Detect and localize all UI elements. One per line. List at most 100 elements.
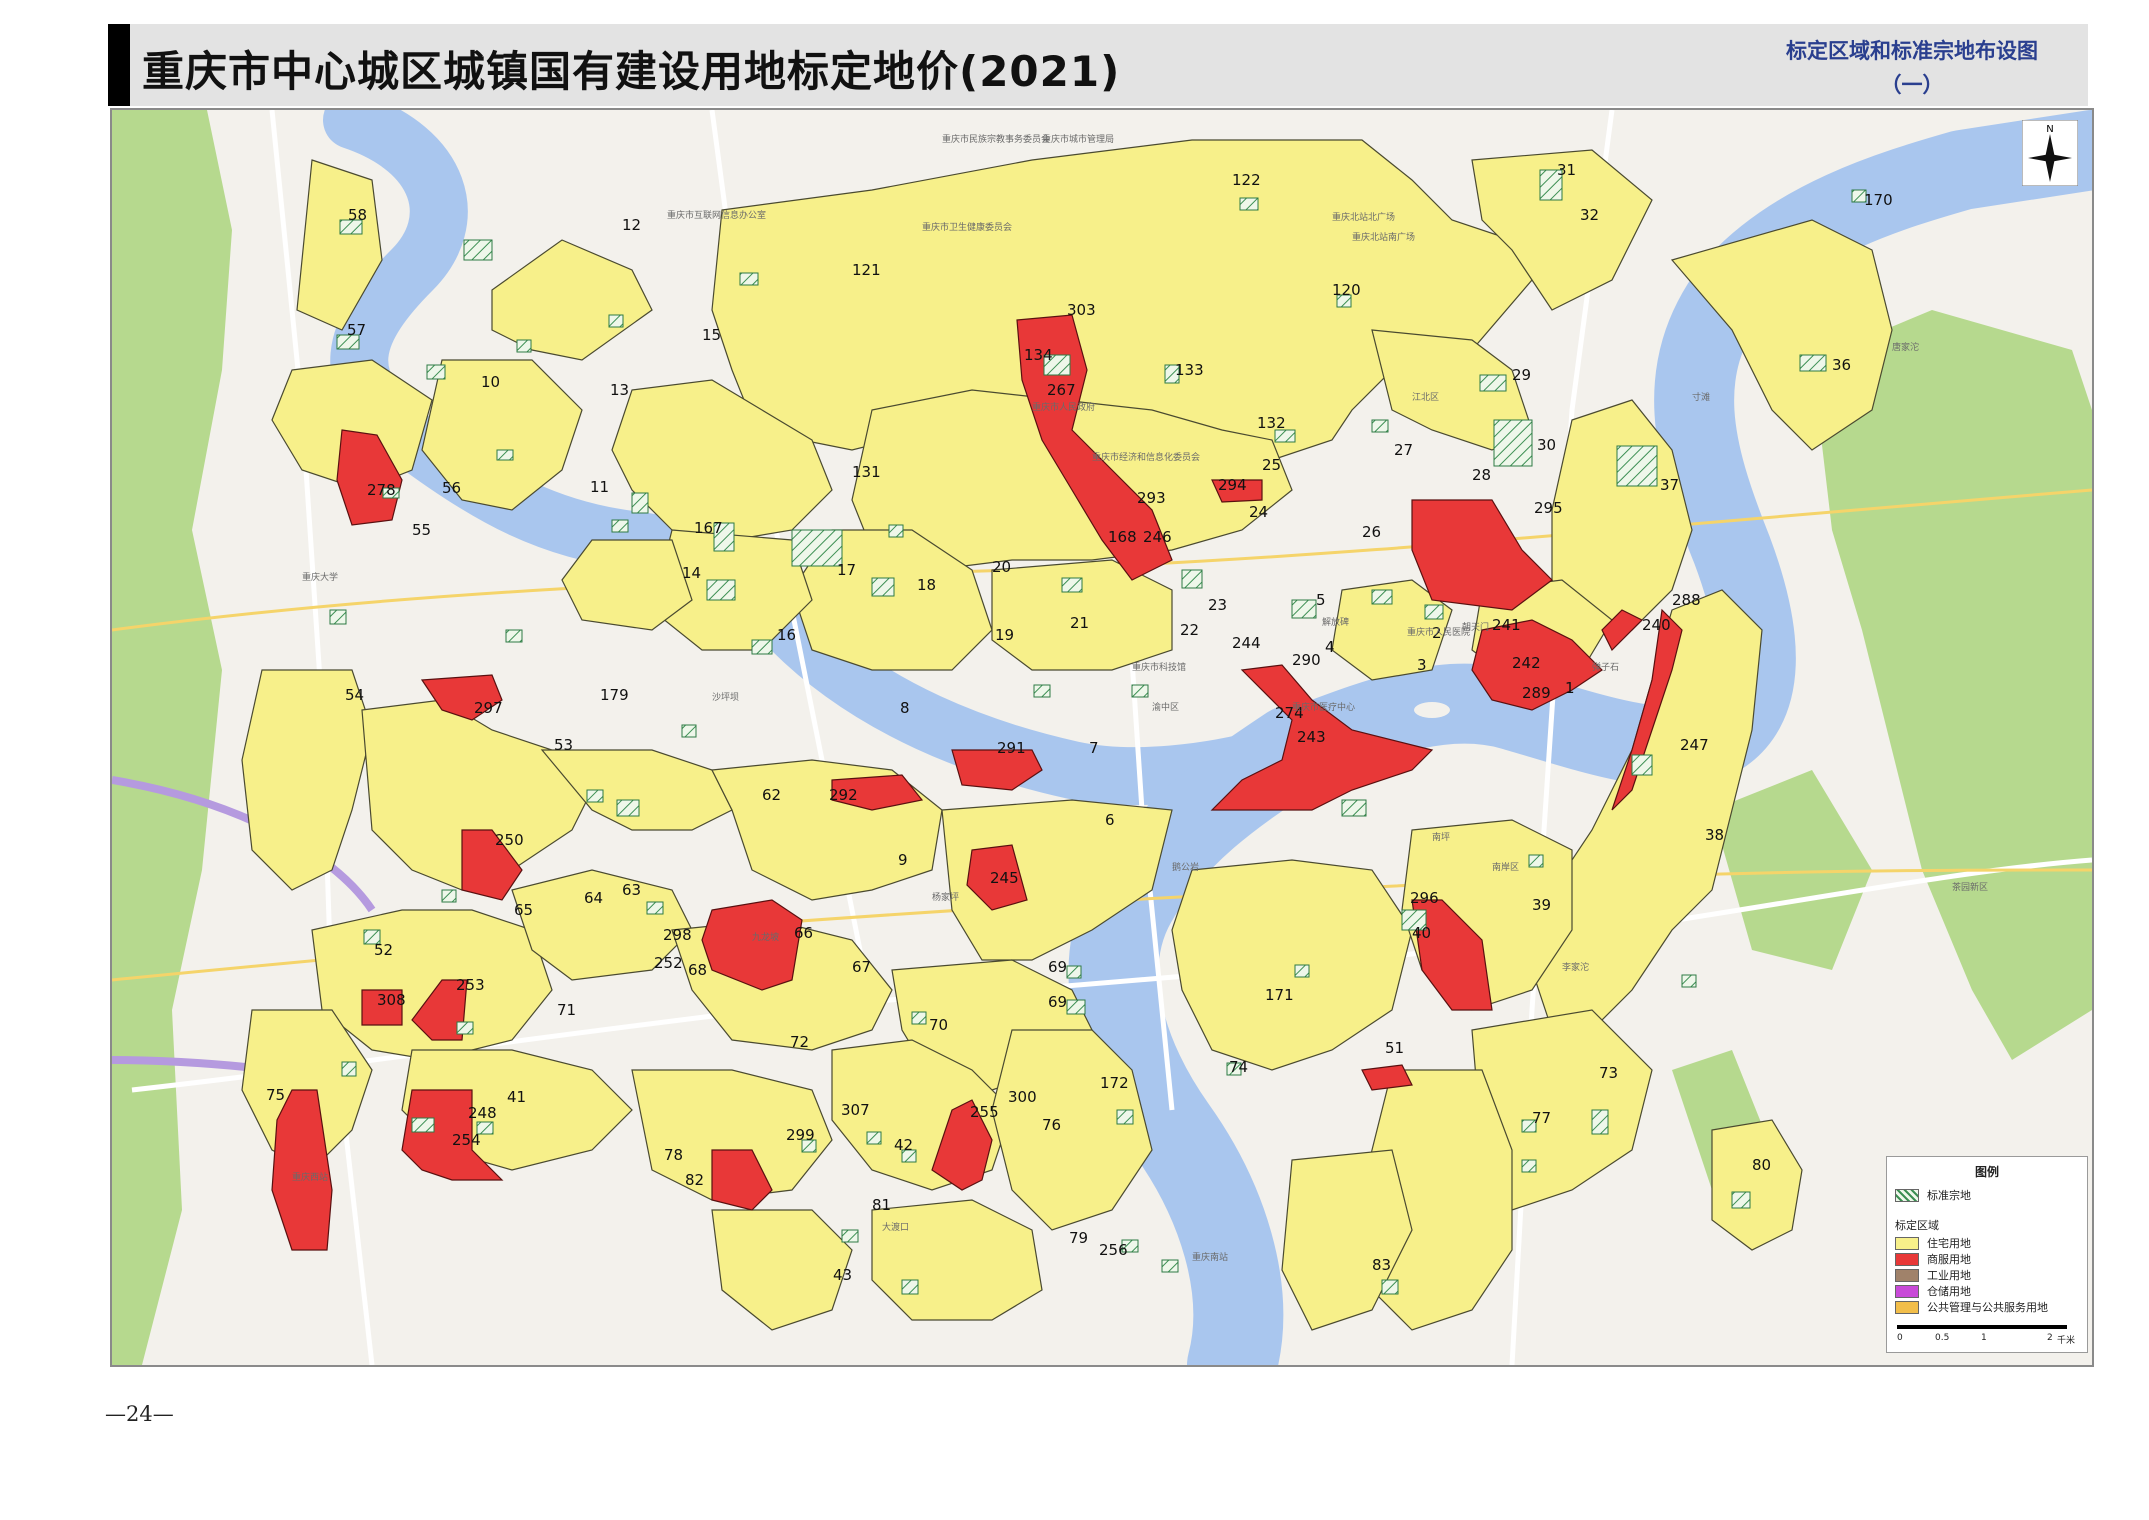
legend-section-title: 标定区域 (1895, 1219, 1939, 1232)
parcel-label: 9 (898, 851, 908, 869)
place-label: 渝中区 (1152, 701, 1179, 713)
parcel-label: 52 (374, 941, 393, 959)
parcel-label: 167 (694, 519, 723, 537)
parcel-label: 74 (1229, 1058, 1248, 1076)
parcel-label: 30 (1537, 436, 1556, 454)
parcel-label: 256 (1099, 1241, 1128, 1259)
place-label: 重庆市人民医院 (1407, 626, 1470, 638)
parcel-label: 171 (1265, 986, 1294, 1004)
parcel-label: 79 (1069, 1229, 1088, 1247)
parcel-label: 3 (1417, 656, 1427, 674)
parcel-label: 252 (654, 954, 683, 972)
parcel-label: 245 (990, 869, 1019, 887)
parcel-label: 291 (997, 739, 1026, 757)
parcel-label: 39 (1532, 896, 1551, 914)
place-label: 重庆市医疗中心 (1292, 701, 1355, 713)
scale-tick: 千米 (2057, 1336, 2076, 1346)
parcel-label: 11 (590, 478, 609, 496)
parcel-label: 56 (442, 479, 461, 497)
place-label: 重庆西站 (292, 1171, 328, 1183)
parcel-label: 4 (1325, 638, 1335, 656)
parcel-label: 42 (894, 1136, 913, 1154)
map-title: 重庆市中心城区城镇国有建设用地标定地价(2021) (142, 47, 1121, 96)
place-label: 重庆大学 (302, 571, 338, 583)
parcel-label: 58 (348, 206, 367, 224)
place-label: 沙坪坝 (712, 692, 739, 703)
residential-swatch-icon (1895, 1236, 1919, 1250)
parcel-label: 27 (1394, 441, 1413, 459)
parcel-label: 172 (1100, 1074, 1129, 1092)
compass-label: N (2046, 124, 2053, 135)
parcel-label: 12 (622, 216, 641, 234)
parcel-label: 1 (1565, 679, 1575, 697)
parcel-label: 121 (852, 261, 881, 279)
parcel-label: 43 (833, 1266, 852, 1284)
parcel-label: 247 (1680, 736, 1709, 754)
public-swatch-icon (1895, 1300, 1919, 1314)
parcel-label: 267 (1047, 381, 1076, 399)
compass-icon: N (2022, 120, 2078, 186)
parcel-label: 53 (554, 736, 573, 754)
parcel-label: 29 (1512, 366, 1531, 384)
place-label: 重庆南站 (1192, 1251, 1228, 1263)
parcel-label: 5 (1316, 591, 1326, 609)
map-subtitle: 标定区域和标准宗地布设图 （一） (1786, 34, 2038, 102)
legend-label: 商服用地 (1927, 1253, 1971, 1266)
legend-label: 工业用地 (1927, 1269, 1971, 1282)
parcel-label: 300 (1008, 1088, 1037, 1106)
parcel-label: 77 (1532, 1109, 1551, 1127)
parcel-label: 55 (412, 521, 431, 539)
parcel-label: 122 (1232, 171, 1261, 189)
parcel-label: 41 (507, 1088, 526, 1106)
place-label: 鹅公岩 (1172, 861, 1199, 873)
parcel-label: 278 (367, 481, 396, 499)
parcel-label: 70 (929, 1016, 948, 1034)
parcel-label: 168 (1108, 528, 1137, 546)
parcel-label: 54 (345, 686, 364, 704)
parcel-label: 17 (837, 561, 856, 579)
parcel-label: 26 (1362, 523, 1381, 541)
parcel-label: 120 (1332, 281, 1361, 299)
place-label: 茶园新区 (1952, 881, 1988, 893)
parcel-label: 294 (1218, 476, 1247, 494)
place-label: 寸滩 (1692, 391, 1710, 403)
parcel-label: 78 (664, 1146, 683, 1164)
parcel-label: 83 (1372, 1256, 1391, 1274)
parcel-label: 28 (1472, 466, 1491, 484)
parcel-label: 254 (452, 1131, 481, 1149)
place-label: 九龙坡 (752, 931, 779, 943)
place-label: 朝天门 (1462, 621, 1489, 633)
hatch-swatch-icon (1895, 1188, 1919, 1202)
parcel-label: 65 (514, 901, 533, 919)
parcel-label: 297 (474, 699, 503, 717)
parcel-label: 37 (1660, 476, 1679, 494)
legend-title: 图例 (1974, 1165, 1999, 1179)
page-number: —24— (105, 1402, 174, 1426)
parcel-label: 6 (1105, 811, 1115, 829)
parcel-label: 15 (702, 326, 721, 344)
parcel-label: 307 (841, 1101, 870, 1119)
commercial-swatch-icon (1895, 1252, 1919, 1266)
parcel-label: 243 (1297, 728, 1326, 746)
parcel-label: 250 (495, 831, 524, 849)
map-svg: 58 12 57 10 13 15 121 122 303 134 267 13… (112, 110, 2092, 1365)
map-canvas[interactable]: 58 12 57 10 13 15 121 122 303 134 267 13… (110, 108, 2094, 1367)
map-subtitle-line2: （一） (1880, 73, 1944, 97)
parcel-label: 69 (1048, 993, 1067, 1011)
parcel-label: 132 (1257, 414, 1286, 432)
parcel-label: 57 (347, 321, 366, 339)
place-label: 重庆市科技馆 (1132, 661, 1186, 673)
parcel-label: 246 (1143, 528, 1172, 546)
parcel-label: 8 (900, 699, 910, 717)
parcel-label: 31 (1557, 161, 1576, 179)
parcel-label: 308 (377, 991, 406, 1009)
place-label: 杨家坪 (932, 891, 959, 903)
legend-row-public: 公共管理与公共服务用地 (1895, 1299, 2048, 1315)
scale-tick: 0.5 (1935, 1333, 1950, 1343)
parcel-label: 241 (1492, 616, 1521, 634)
map-header: 重庆市中心城区城镇国有建设用地标定地价(2021) 标定区域和标准宗地布设图 （… (108, 24, 2088, 106)
parcel-label: 134 (1024, 346, 1053, 364)
parcel-label: 14 (682, 564, 701, 582)
parcel-label: 13 (610, 381, 629, 399)
industrial-swatch-icon (1895, 1268, 1919, 1282)
